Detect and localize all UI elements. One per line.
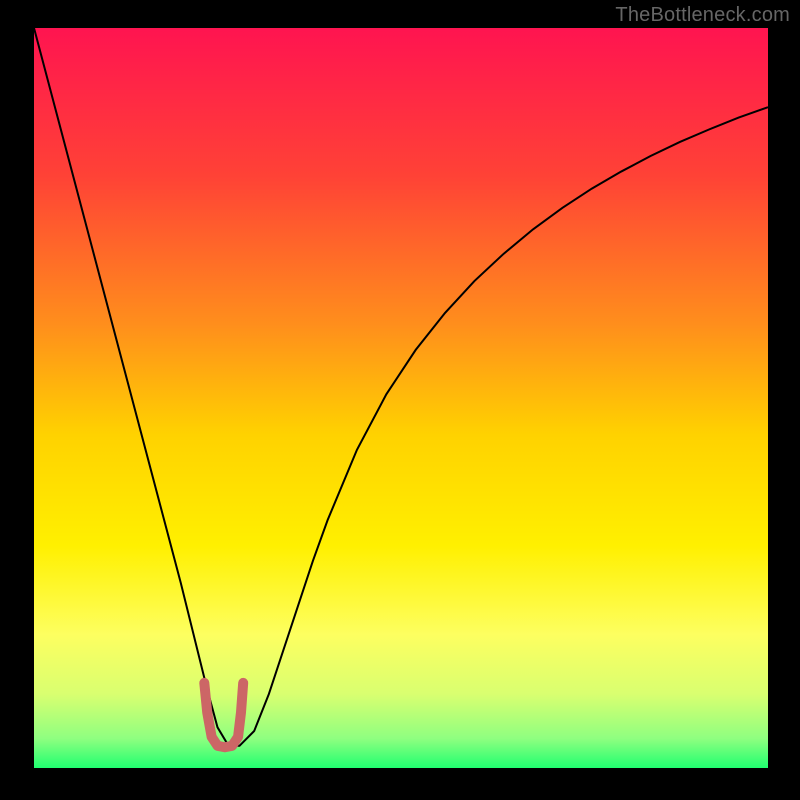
bottleneck-chart <box>0 0 800 800</box>
watermark-text: TheBottleneck.com <box>615 4 790 27</box>
plot-background <box>34 28 768 768</box>
chart-stage: TheBottleneck.com <box>0 0 800 800</box>
